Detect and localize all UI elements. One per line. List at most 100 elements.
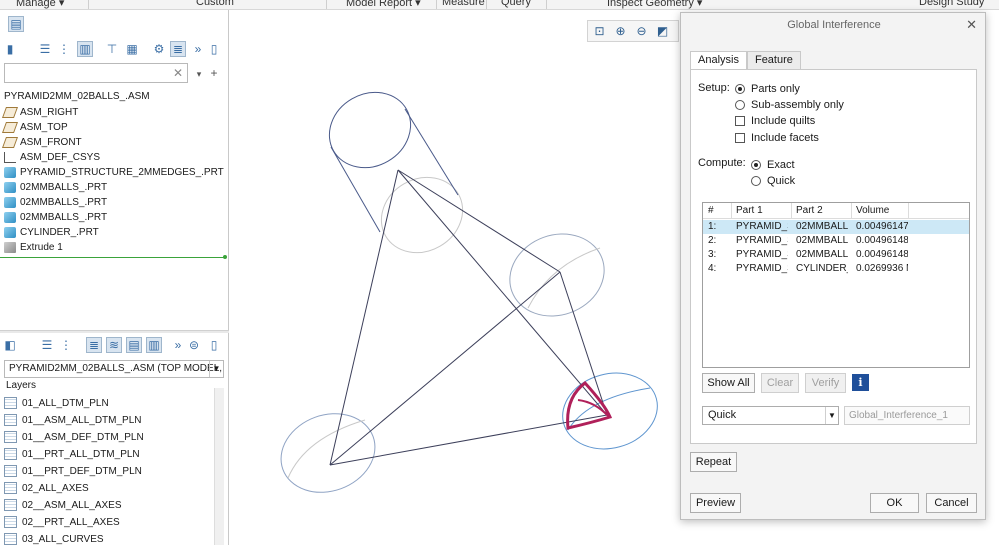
parts-only-radio[interactable]: Parts only [735,83,800,95]
ok-button[interactable]: OK [870,493,919,513]
ball-edge [562,372,658,450]
show-icon[interactable]: ▥ [77,41,93,57]
layer-item[interactable]: 01__ASM_DEF_DTM_PLN [4,429,144,445]
layer-item[interactable]: 02_ALL_AXES [4,480,89,496]
tree-item[interactable]: 02MMBALLS_.PRT [4,180,107,195]
tree-item[interactable]: ASM_TOP [1,120,68,135]
verify-button[interactable]: Verify [805,373,846,393]
preview-button[interactable]: Preview [690,493,741,513]
compute-mode-select[interactable]: Quick ▼ [702,406,839,425]
clear-button[interactable]: Clear [761,373,799,393]
layer-list-icon[interactable]: ☰ [39,337,55,353]
filter-icon[interactable]: ⊤ [104,41,120,57]
tree-filter-icon[interactable]: ☰ [37,41,53,57]
ribbon-group-custom[interactable]: Custom [196,0,234,8]
column-separator[interactable] [791,203,792,219]
layer-show-icon[interactable]: ≣ [86,337,102,353]
cancel-button[interactable]: Cancel [926,493,977,513]
part-icon [4,167,16,178]
ribbon-group-measure[interactable]: Measure [442,0,485,8]
tree-item[interactable]: Extrude 1 [4,240,63,255]
column-header[interactable]: Part 2 [796,205,823,216]
ribbon-group-model-report[interactable]: Model Report ▾ [346,0,421,9]
table-row[interactable]: 2: PYRAMID_S 02MMBALL 0.00496148 I [703,234,969,248]
layer-props-icon[interactable]: ▤ [126,337,142,353]
tab-analysis[interactable]: Analysis [690,51,747,70]
layer-scrollbar[interactable] [214,388,224,545]
ribbon-separator [486,0,487,9]
graphics-viewport[interactable] [230,10,680,545]
more-icon[interactable]: » [170,337,186,353]
layer-display-icon[interactable]: ⊜ [186,337,202,353]
document-icon[interactable]: ▯ [206,337,222,353]
sub-assembly-only-radio[interactable]: Sub-assembly only [735,99,844,111]
layers-toggle-icon[interactable]: ≣ [170,41,186,57]
insert-here-marker[interactable] [0,255,227,259]
tree-item[interactable]: ASM_RIGHT [1,105,78,120]
active-model-select[interactable]: PYRAMID2MM_02BALLS_.ASM (TOP MODEL, ... … [4,360,224,378]
layer-columns-icon[interactable]: ⋮ [58,337,74,353]
more-icon[interactable]: » [190,41,206,57]
column-header[interactable]: Part 1 [736,205,763,216]
layer-icon [4,499,17,511]
layer-item[interactable]: 01__PRT_DEF_DTM_PLN [4,463,142,479]
column-separator[interactable] [908,203,909,219]
analysis-name-input[interactable] [844,406,970,425]
zoom-out-icon[interactable]: ⊖ [634,24,649,39]
ribbon-group-inspect-geometry[interactable]: Inspect Geometry ▾ [607,0,702,9]
layer-item[interactable]: 02__ASM_ALL_AXES [4,497,122,513]
ribbon-group-design-study[interactable]: Design Study [919,0,984,8]
refit-icon[interactable]: ⊡ [592,24,607,39]
table-row[interactable]: 4: PYRAMID_S CYLINDER_ 0.0269936 M [703,262,969,276]
tab-feature[interactable]: Feature [746,51,801,69]
search-dropdown-icon[interactable]: ▾ [191,66,207,82]
tree-columns-icon[interactable]: ⋮ [56,41,72,57]
layer-item[interactable]: 01__PRT_ALL_DTM_PLN [4,446,140,462]
repeat-button[interactable]: Repeat [690,452,737,472]
exact-radio[interactable]: Exact [751,159,795,171]
tree-item[interactable]: 02MMBALLS_.PRT [4,210,107,225]
tree-item[interactable]: CYLINDER_.PRT [4,225,99,240]
tree-item[interactable]: ASM_DEF_CSYS [4,150,100,165]
shading-icon[interactable]: ◩ [655,24,670,39]
quick-radio[interactable]: Quick [751,175,795,187]
part-icon [4,197,16,208]
layer-tab-icon[interactable]: ◧ [2,337,18,353]
document-icon[interactable]: ▯ [206,41,222,57]
tree-item[interactable]: ASM_FRONT [1,135,82,150]
column-separator[interactable] [851,203,852,219]
column-header[interactable]: # [708,205,714,216]
tree-item[interactable]: PYRAMID_STRUCTURE_2MMEDGES_.PRT [4,165,224,180]
ribbon-bar: Manage ▾ Custom Model Report ▾ Measure Q… [0,0,999,10]
layer-edit-icon[interactable]: ≋ [106,337,122,353]
layer-settings-icon[interactable]: ▥ [146,337,162,353]
clear-search-icon[interactable]: ✕ [173,66,183,80]
info-icon[interactable]: i [852,374,869,391]
ribbon-group-query[interactable]: Query [501,0,531,8]
model-tree-tab-icon[interactable]: ▮ [2,41,18,57]
layer-item[interactable]: 03_ALL_CURVES [4,531,104,545]
folder-browser-icon[interactable]: ▤ [8,16,24,32]
ribbon-group-manage[interactable]: Manage ▾ [16,0,64,9]
global-interference-dialog: Global Interference ✕ Analysis Feature S… [680,12,986,520]
tree-root[interactable]: PYRAMID2MM_02BALLS_.ASM [4,91,150,102]
sort-icon[interactable]: ▦ [124,41,140,57]
model-tree-search[interactable]: ✕ [4,63,188,83]
column-separator[interactable] [731,203,732,219]
include-quilts-checkbox[interactable]: Include quilts [735,115,815,127]
column-header[interactable]: Volume [856,205,889,216]
layer-item[interactable]: 02__PRT_ALL_AXES [4,514,120,530]
interference-table: # Part 1 Part 2 Volume 1: PYRAMID_S 02MM… [702,202,970,368]
show-all-button[interactable]: Show All [702,373,755,393]
layer-item[interactable]: 01_ALL_DTM_PLN [4,395,109,411]
zoom-in-icon[interactable]: ⊕ [613,24,628,39]
table-row[interactable]: 3: PYRAMID_S 02MMBALL 0.00496148 I [703,248,969,262]
extrude-icon [4,242,16,253]
settings-icon[interactable]: ⚙ [151,41,167,57]
tree-item[interactable]: 02MMBALLS_.PRT [4,195,107,210]
add-icon[interactable]: + [206,65,222,81]
layer-item[interactable]: 01__ASM_ALL_DTM_PLN [4,412,142,428]
close-icon[interactable]: ✕ [966,17,977,33]
include-facets-checkbox[interactable]: Include facets [735,132,819,144]
table-row[interactable]: 1: PYRAMID_S 02MMBALL 0.00496147 I [703,220,969,234]
